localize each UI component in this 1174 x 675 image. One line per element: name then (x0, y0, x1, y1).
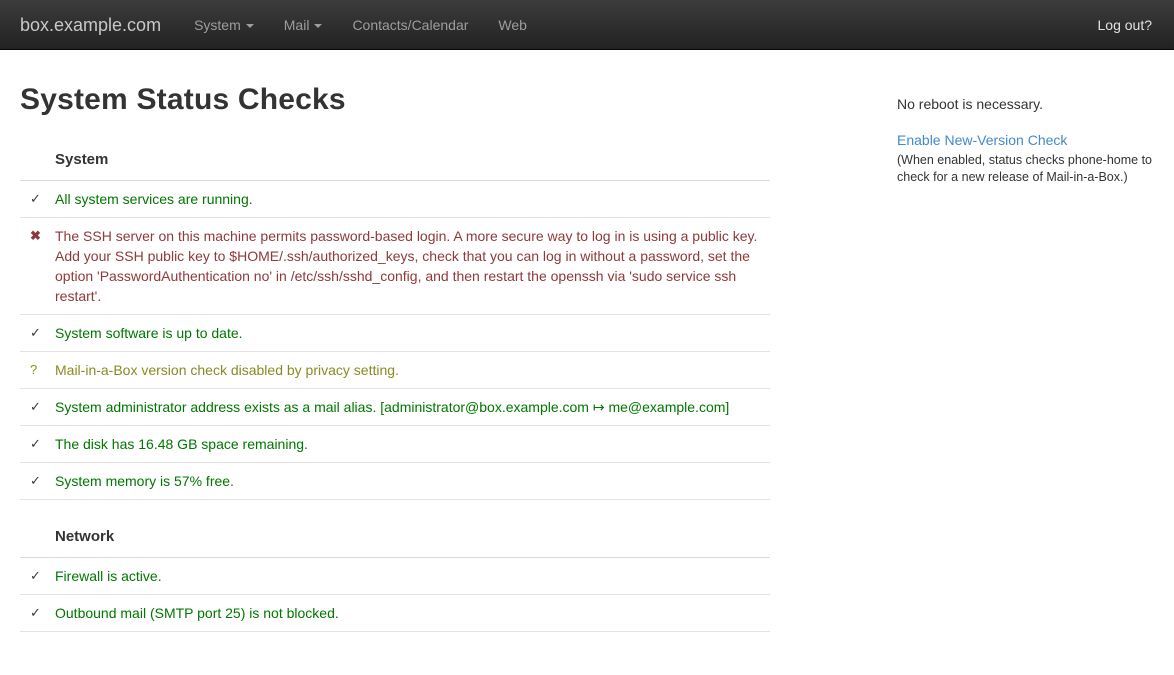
status-row-text: System memory is 57% free. (55, 471, 770, 491)
nav-item-label: Contacts/Calendar (352, 15, 468, 35)
version-check-note: (When enabled, status checks phone-home … (897, 152, 1159, 186)
nav-item-label: System (194, 15, 241, 35)
section-rows: ✓ All system services are running. ✖ The… (20, 181, 770, 500)
nav-item-mail[interactable]: Mail (269, 0, 338, 49)
nav-item-label: Mail (284, 15, 310, 35)
question-mark-icon: ? (30, 360, 55, 380)
logout-link[interactable]: Log out? (1083, 0, 1174, 49)
status-row-text: All system services are running. (55, 189, 770, 209)
status-row-text: The disk has 16.48 GB space remaining. (55, 434, 770, 454)
status-row-text: Firewall is active. (55, 566, 770, 586)
navbar-right: Log out? (1083, 0, 1174, 49)
caret-down-icon (314, 24, 322, 28)
top-navbar: box.example.com System Mail Contacts/Cal… (0, 0, 1174, 50)
check-icon: ✓ (30, 323, 55, 343)
status-row: ✓ System administrator address exists as… (20, 389, 770, 426)
navbar-brand[interactable]: box.example.com (0, 0, 179, 49)
section-rows: ✓ Firewall is active. ✓ Outbound mail (S… (20, 558, 770, 632)
status-section: System ✓ All system services are running… (20, 123, 770, 500)
check-icon: ✓ (30, 434, 55, 454)
page-title: System Status Checks (20, 83, 770, 117)
check-icon: ✓ (30, 397, 55, 417)
status-row: ✓ All system services are running. (20, 181, 770, 218)
check-icon: ✓ (30, 189, 55, 209)
x-mark-icon: ✖ (30, 226, 55, 306)
check-icon: ✓ (30, 603, 55, 623)
status-row: ✓ System memory is 57% free. (20, 463, 770, 500)
check-icon: ✓ (30, 471, 55, 491)
status-row: ? Mail-in-a-Box version check disabled b… (20, 352, 770, 389)
status-row-text: Outbound mail (SMTP port 25) is not bloc… (55, 603, 770, 623)
nav-item-label: Web (498, 15, 527, 35)
status-row-text: Mail-in-a-Box version check disabled by … (55, 360, 770, 380)
status-row: ✓ The disk has 16.48 GB space remaining. (20, 426, 770, 463)
status-row: ✓ Firewall is active. (20, 558, 770, 595)
status-row: ✓ Outbound mail (SMTP port 25) is not bl… (20, 595, 770, 632)
status-sections: System ✓ All system services are running… (20, 123, 770, 632)
status-row: ✖ The SSH server on this machine permits… (20, 218, 770, 315)
status-row: ✓ System software is up to date. (20, 315, 770, 352)
status-main-column: System Status Checks System ✓ All system… (20, 50, 770, 632)
status-sidebar: No reboot is necessary. Enable New-Versi… (897, 50, 1159, 186)
nav-item-contacts-calendar[interactable]: Contacts/Calendar (337, 0, 483, 49)
section-title: Network (20, 500, 770, 558)
reboot-status-text: No reboot is necessary. (897, 96, 1159, 112)
status-section: Network ✓ Firewall is active. ✓ Outbound… (20, 500, 770, 632)
nav-item-web[interactable]: Web (483, 0, 542, 49)
status-row-text: System administrator address exists as a… (55, 397, 770, 417)
caret-down-icon (246, 24, 254, 28)
status-row-text: The SSH server on this machine permits p… (55, 226, 770, 306)
navbar-menu: System Mail Contacts/Calendar Web (179, 0, 542, 49)
check-icon: ✓ (30, 566, 55, 586)
section-title: System (20, 123, 770, 181)
enable-version-check-link[interactable]: Enable New-Version Check (897, 132, 1067, 148)
status-row-text: System software is up to date. (55, 323, 770, 343)
nav-item-system[interactable]: System (179, 0, 269, 49)
